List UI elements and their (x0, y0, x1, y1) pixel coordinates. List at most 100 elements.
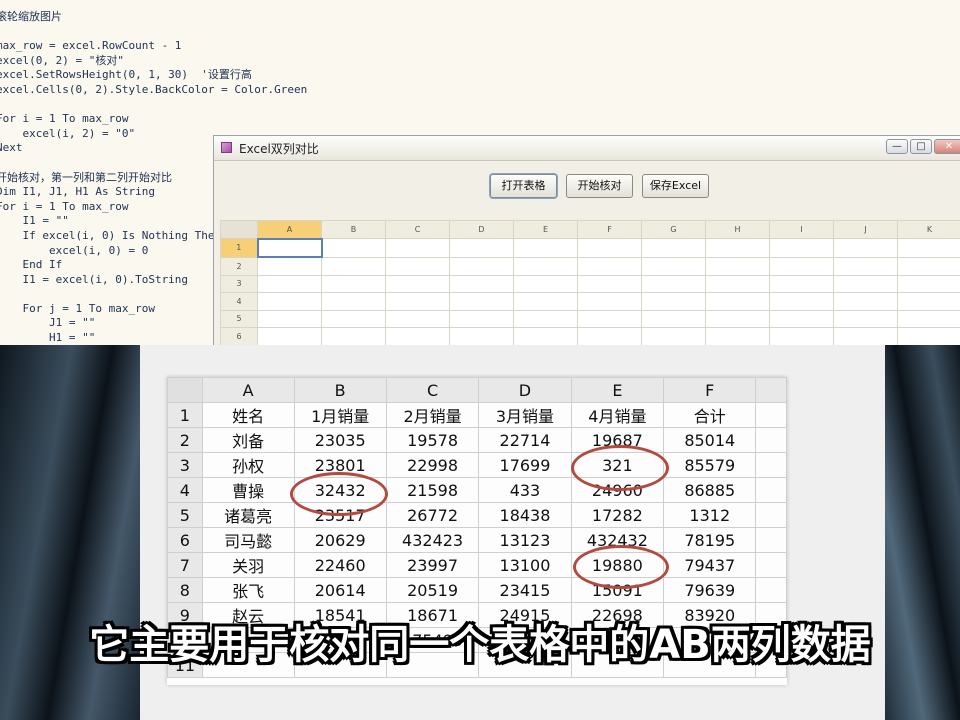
grid-cell[interactable] (385, 327, 450, 346)
grid-cell[interactable] (769, 309, 834, 328)
grid-cell[interactable] (256, 237, 323, 258)
grid-row-header[interactable]: 6 (220, 327, 258, 346)
grid-cell[interactable] (257, 327, 322, 346)
grid-row-header[interactable]: 3 (220, 274, 258, 293)
grid-column-header[interactable]: K (897, 220, 960, 239)
grid-cell[interactable] (769, 256, 834, 276)
maximize-button[interactable]: □ (910, 139, 932, 154)
grid-cell[interactable] (833, 327, 898, 346)
grid-cell[interactable] (641, 309, 706, 328)
grid-cell[interactable] (897, 238, 960, 258)
grid-column-header[interactable]: G (641, 220, 706, 239)
grid-cell[interactable] (513, 274, 578, 293)
grid-column-header[interactable]: H (705, 220, 770, 239)
grid-cell[interactable] (449, 292, 514, 311)
grid-cell[interactable] (897, 309, 960, 328)
grid-cell[interactable] (513, 256, 578, 276)
save-excel-button[interactable]: 保存Excel (642, 174, 709, 198)
grid-cell[interactable] (833, 309, 898, 328)
grid-cell[interactable] (513, 238, 578, 258)
grid-row-header[interactable]: 2 (220, 256, 258, 276)
grid-cell[interactable] (257, 309, 322, 328)
start-check-button[interactable]: 开始核对 (566, 174, 633, 198)
grid-cell[interactable] (769, 238, 834, 258)
grid-cell[interactable] (641, 327, 706, 346)
grid-cell[interactable] (449, 327, 514, 346)
grid-cell[interactable] (769, 327, 834, 346)
grid-cell[interactable] (705, 238, 770, 258)
grid-cell[interactable] (641, 238, 706, 258)
grid-column-header[interactable]: F (577, 220, 642, 239)
grid-cell[interactable] (705, 309, 770, 328)
sheet-cell: 17282 (570, 502, 665, 528)
grid-cell[interactable] (321, 256, 386, 276)
grid-column-header[interactable]: B (321, 220, 386, 239)
code-line: max_row = excel.RowCount - 1 (0, 39, 182, 53)
sheet-cell: 20519 (385, 577, 480, 603)
grid-cell[interactable] (833, 292, 898, 311)
grid-cell[interactable] (257, 292, 322, 311)
grid-row-header[interactable]: 1 (220, 238, 258, 258)
grid-cell[interactable] (833, 256, 898, 276)
sheet-cell (755, 552, 787, 578)
grid-column-header[interactable]: E (513, 220, 578, 239)
grid-row-header[interactable]: 4 (220, 292, 258, 311)
grid-cell[interactable] (705, 327, 770, 346)
grid-cell[interactable] (705, 274, 770, 293)
grid-cell[interactable] (641, 274, 706, 293)
grid-cell[interactable] (257, 256, 322, 276)
grid-cell[interactable] (577, 292, 642, 311)
grid-column-header[interactable]: D (449, 220, 514, 239)
grid-cell[interactable] (385, 309, 450, 328)
grid-cell[interactable] (385, 238, 450, 258)
spreadsheet-grid[interactable]: ABCDEFGHIJK1234567 (220, 220, 960, 363)
grid-cell[interactable] (577, 309, 642, 328)
grid-cell[interactable] (449, 274, 514, 293)
grid-column-header[interactable]: C (385, 220, 450, 239)
close-button[interactable]: ✕ (934, 139, 960, 154)
grid-column-header[interactable]: J (833, 220, 898, 239)
grid-cell[interactable] (577, 256, 642, 276)
grid-cell[interactable] (833, 238, 898, 258)
grid-cell[interactable] (449, 256, 514, 276)
grid-cell[interactable] (385, 256, 450, 276)
minimize-button[interactable]: — (886, 139, 908, 154)
grid-cell[interactable] (577, 327, 642, 346)
open-table-button[interactable]: 打开表格 (490, 174, 557, 198)
sheet-cell: 1312 (663, 502, 757, 528)
grid-cell[interactable] (897, 292, 960, 311)
grid-cell[interactable] (897, 256, 960, 276)
code-line: For i = 1 To max_row (0, 112, 129, 126)
code-line: excel(0, 2) = "核对" (0, 53, 124, 67)
grid-cell[interactable] (769, 292, 834, 311)
grid-row-header[interactable]: 5 (220, 309, 258, 328)
grid-cell[interactable] (321, 274, 386, 293)
grid-cell[interactable] (705, 292, 770, 311)
grid-cell[interactable] (513, 309, 578, 328)
grid-cell[interactable] (833, 274, 898, 293)
grid-cell[interactable] (577, 274, 642, 293)
grid-cell[interactable] (769, 274, 834, 293)
grid-cell[interactable] (641, 292, 706, 311)
grid-cell[interactable] (385, 274, 450, 293)
grid-cell[interactable] (577, 238, 642, 258)
grid-cell[interactable] (705, 256, 770, 276)
grid-cell[interactable] (321, 327, 386, 346)
grid-cell[interactable] (257, 274, 322, 293)
grid-column-header[interactable]: I (769, 220, 834, 239)
grid-cell[interactable] (385, 292, 450, 311)
grid-cell[interactable] (897, 274, 960, 293)
grid-cell[interactable] (513, 292, 578, 311)
sheet-column-header: F (663, 377, 757, 403)
title-bar[interactable]: Excel双列对比 — □ ✕ (214, 136, 960, 161)
grid-cell[interactable] (513, 327, 578, 346)
grid-column-header[interactable]: A (257, 220, 322, 239)
grid-cell[interactable] (321, 238, 386, 258)
grid-cell[interactable] (321, 292, 386, 311)
grid-cell[interactable] (449, 238, 514, 258)
grid-cell[interactable] (641, 256, 706, 276)
grid-cell[interactable] (321, 309, 386, 328)
grid-cell[interactable] (449, 309, 514, 328)
grid-corner[interactable] (220, 220, 258, 239)
grid-cell[interactable] (897, 327, 960, 346)
